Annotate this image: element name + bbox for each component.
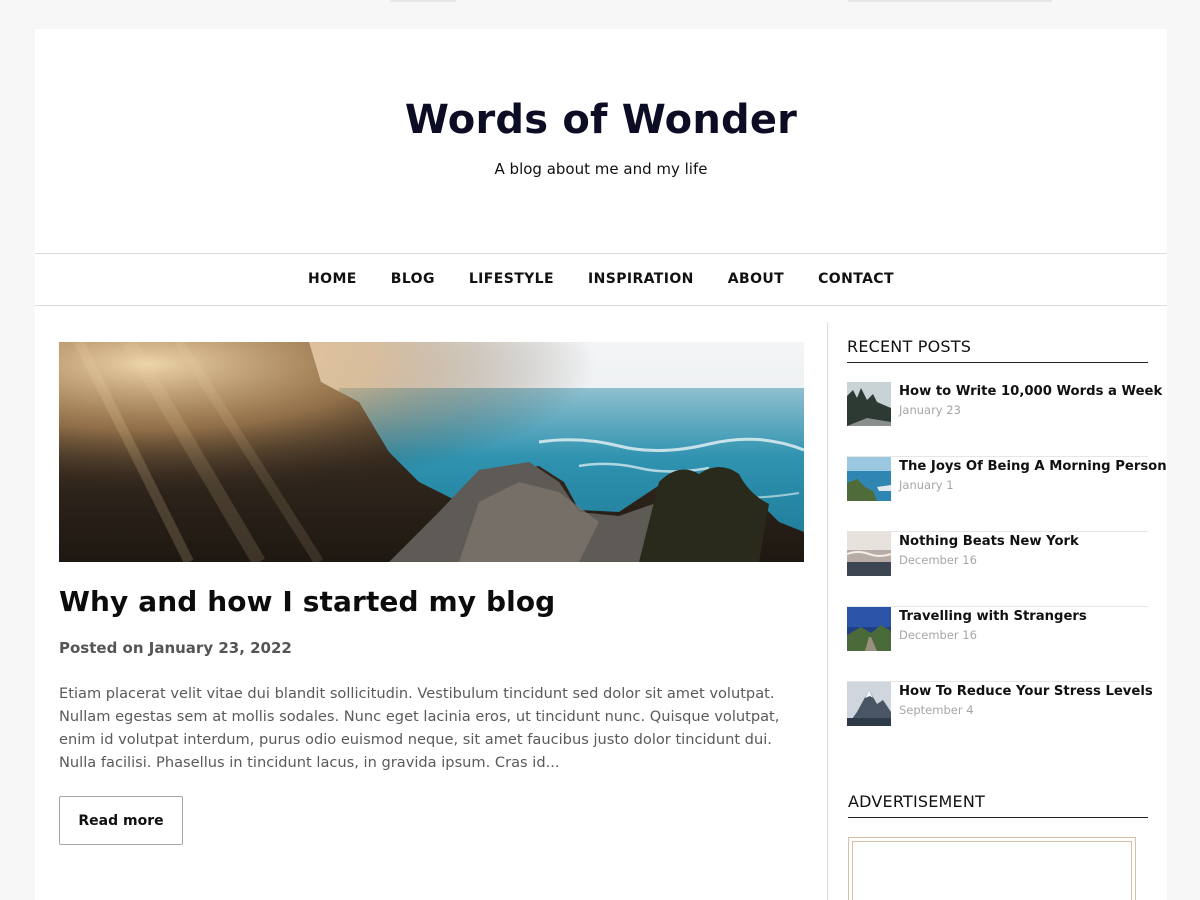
top-strip-nub <box>848 0 1052 2</box>
list-item: Travelling with Strangers December 16 <box>847 607 1148 682</box>
recent-post-thumbnail[interactable] <box>847 457 891 501</box>
nav-item-blog[interactable]: BLOG <box>374 254 452 305</box>
recent-post-date: December 16 <box>899 628 977 642</box>
recent-post-date: January 1 <box>899 478 954 492</box>
recent-post-text: How to Write 10,000 Words a Week January… <box>899 384 1162 417</box>
recent-post-date: January 23 <box>899 403 961 417</box>
recent-post-text: The Joys Of Being A Morning Person Janua… <box>899 459 1167 492</box>
site-title[interactable]: Words of Wonder <box>35 97 1167 143</box>
thumb-art <box>847 457 891 501</box>
list-item: How to Write 10,000 Words a Week January… <box>847 382 1162 457</box>
recent-post-link[interactable]: How to Write 10,000 Words a Week <box>899 384 1162 399</box>
advertisement-box[interactable] <box>848 837 1136 900</box>
column-divider <box>827 322 828 900</box>
recent-post-text: How To Reduce Your Stress Levels Septemb… <box>899 684 1153 717</box>
recent-post-date: September 4 <box>899 703 974 717</box>
site-header: Words of Wonder A blog about me and my l… <box>35 29 1167 253</box>
thumb-art <box>847 532 891 576</box>
recent-post-link[interactable]: How To Reduce Your Stress Levels <box>899 684 1153 699</box>
recent-posts-list: How to Write 10,000 Words a Week January… <box>847 382 1167 757</box>
thumb-art <box>847 682 891 726</box>
recent-posts-title: RECENT POSTS <box>847 337 1148 363</box>
post-title[interactable]: Why and how I started my blog <box>59 585 804 618</box>
recent-post-link[interactable]: Travelling with Strangers <box>899 609 1148 624</box>
list-item: How To Reduce Your Stress Levels Septemb… <box>847 682 1153 757</box>
thumb-art <box>847 607 891 651</box>
recent-post-thumbnail[interactable] <box>847 682 891 726</box>
recent-post-thumbnail[interactable] <box>847 607 891 651</box>
recent-post-link[interactable]: The Joys Of Being A Morning Person <box>899 459 1167 474</box>
recent-post-text: Travelling with Strangers December 16 <box>899 609 1148 642</box>
post-excerpt: Etiam placerat velit vitae dui blandit s… <box>59 685 780 771</box>
nav-item-inspiration[interactable]: INSPIRATION <box>571 254 711 305</box>
thumb-art <box>847 382 891 426</box>
nav-item-about[interactable]: ABOUT <box>711 254 801 305</box>
featured-image[interactable] <box>59 342 804 562</box>
list-item: Nothing Beats New York December 16 <box>847 532 1148 607</box>
top-strip-nub <box>390 0 456 2</box>
main-nav: HOME BLOG LIFESTYLE INSPIRATION ABOUT CO… <box>35 253 1167 306</box>
nav-item-lifestyle[interactable]: LIFESTYLE <box>452 254 571 305</box>
recent-post-thumbnail[interactable] <box>847 532 891 576</box>
read-more-button[interactable]: Read more <box>59 796 183 845</box>
top-strip <box>0 0 1200 29</box>
page-container: Words of Wonder A blog about me and my l… <box>35 29 1167 900</box>
nav-item-home[interactable]: HOME <box>291 254 374 305</box>
featured-image-art <box>59 342 804 562</box>
post-meta: Posted on January 23, 2022 <box>59 639 292 657</box>
list-item: The Joys Of Being A Morning Person Janua… <box>847 457 1167 532</box>
recent-post-link[interactable]: Nothing Beats New York <box>899 534 1148 549</box>
recent-post-date: December 16 <box>899 553 977 567</box>
advertisement-title: ADVERTISEMENT <box>848 792 1148 818</box>
recent-post-text: Nothing Beats New York December 16 <box>899 534 1148 567</box>
advertisement-inner-frame <box>852 841 1132 900</box>
recent-post-thumbnail[interactable] <box>847 382 891 426</box>
site-tagline: A blog about me and my life <box>494 160 708 178</box>
nav-item-contact[interactable]: CONTACT <box>801 254 911 305</box>
